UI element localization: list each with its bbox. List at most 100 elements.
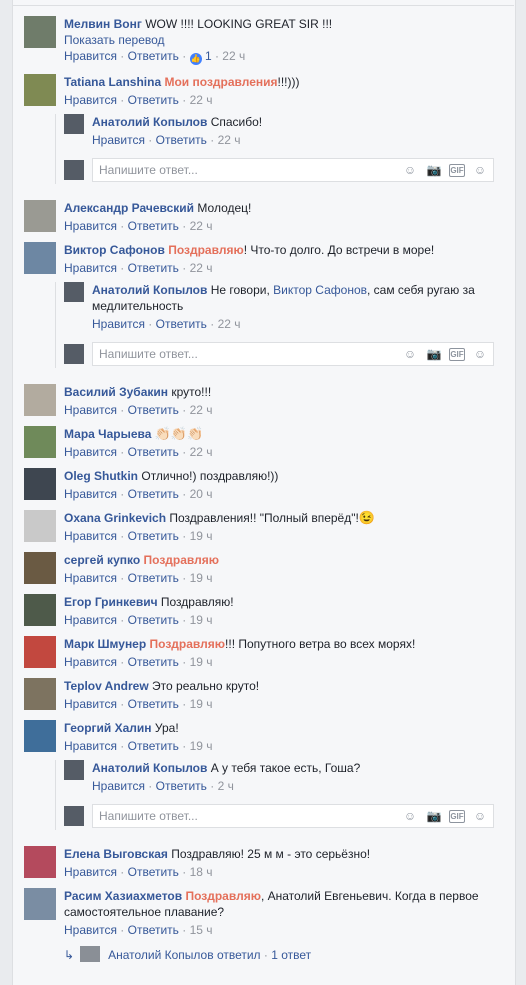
- comment-author[interactable]: Мара Чарыева: [64, 427, 151, 441]
- timestamp[interactable]: 18 ч: [190, 865, 213, 879]
- like-button[interactable]: Нравится: [64, 697, 117, 711]
- like-button[interactable]: Нравится: [92, 779, 145, 793]
- reply-button[interactable]: Ответить: [128, 445, 179, 459]
- reply-input[interactable]: Напишите ответ... ☺ 📷 GIF ☺: [92, 342, 494, 366]
- reply-button[interactable]: Ответить: [156, 133, 207, 147]
- reply-button[interactable]: Ответить: [128, 655, 179, 669]
- timestamp[interactable]: 19 ч: [190, 613, 213, 627]
- camera-icon[interactable]: 📷: [425, 162, 443, 178]
- like-button[interactable]: Нравится: [64, 487, 117, 501]
- emoji-icon[interactable]: ☺: [401, 808, 419, 824]
- reply-author[interactable]: Анатолий Копылов: [92, 761, 207, 775]
- reply-button[interactable]: Ответить: [128, 403, 179, 417]
- avatar[interactable]: [24, 468, 56, 500]
- like-button[interactable]: Нравится: [64, 219, 117, 233]
- like-button[interactable]: Нравится: [64, 529, 117, 543]
- like-button[interactable]: Нравится: [64, 655, 117, 669]
- timestamp[interactable]: 19 ч: [190, 739, 213, 753]
- camera-icon[interactable]: 📷: [425, 808, 443, 824]
- avatar[interactable]: [64, 114, 84, 134]
- reply-button[interactable]: Ответить: [128, 219, 179, 233]
- replies-count[interactable]: 1 ответ: [271, 948, 311, 962]
- like-button[interactable]: Нравится: [64, 49, 117, 63]
- timestamp[interactable]: 19 ч: [190, 655, 213, 669]
- comment-author[interactable]: Виктор Сафонов: [64, 243, 165, 257]
- avatar[interactable]: [24, 846, 56, 878]
- timestamp[interactable]: 22 ч: [190, 93, 213, 107]
- avatar[interactable]: [24, 720, 56, 752]
- comment-author[interactable]: сергей купко: [64, 553, 140, 567]
- timestamp[interactable]: 22 ч: [218, 317, 241, 331]
- reply-button[interactable]: Ответить: [128, 49, 179, 63]
- timestamp[interactable]: 22 ч: [190, 219, 213, 233]
- reply-input[interactable]: Напишите ответ... ☺ 📷 GIF ☺: [92, 158, 494, 182]
- timestamp[interactable]: 19 ч: [190, 571, 213, 585]
- like-button[interactable]: Нравится: [64, 261, 117, 275]
- camera-icon[interactable]: 📷: [425, 346, 443, 362]
- emoji-icon[interactable]: ☺: [401, 346, 419, 362]
- reply-button[interactable]: Ответить: [128, 865, 179, 879]
- sticker-icon[interactable]: ☺: [471, 346, 489, 362]
- like-button[interactable]: Нравится: [64, 93, 117, 107]
- comment-author[interactable]: Teplov Andrew: [64, 679, 149, 693]
- comment-author[interactable]: Расим Хазиахметов: [64, 889, 182, 903]
- timestamp[interactable]: 22 ч: [218, 133, 241, 147]
- timestamp[interactable]: 22 ч: [190, 261, 213, 275]
- avatar[interactable]: [64, 760, 84, 780]
- timestamp[interactable]: 15 ч: [190, 923, 213, 937]
- timestamp[interactable]: 22 ч: [190, 445, 213, 459]
- reply-button[interactable]: Ответить: [156, 779, 207, 793]
- avatar[interactable]: [24, 74, 56, 106]
- sticker-icon[interactable]: ☺: [471, 162, 489, 178]
- avatar[interactable]: [24, 242, 56, 274]
- gif-icon[interactable]: GIF: [449, 810, 465, 823]
- comment-author[interactable]: Егор Гринкевич: [64, 595, 158, 609]
- comment-author[interactable]: Марк Шмунер: [64, 637, 146, 651]
- replies-author[interactable]: Анатолий Копылов: [108, 948, 214, 962]
- avatar[interactable]: [24, 510, 56, 542]
- reply-button[interactable]: Ответить: [128, 923, 179, 937]
- avatar[interactable]: [24, 888, 56, 920]
- avatar[interactable]: [24, 384, 56, 416]
- timestamp[interactable]: 22 ч: [190, 403, 213, 417]
- reply-button[interactable]: Ответить: [128, 697, 179, 711]
- like-button[interactable]: Нравится: [64, 865, 117, 879]
- reply-button[interactable]: Ответить: [156, 317, 207, 331]
- avatar[interactable]: [24, 552, 56, 584]
- gif-icon[interactable]: GIF: [449, 164, 465, 177]
- like-button[interactable]: Нравится: [64, 613, 117, 627]
- comment-author[interactable]: Мелвин Вонг: [64, 17, 142, 31]
- comment-author[interactable]: Oleg Shutkin: [64, 469, 138, 483]
- reply-author[interactable]: Анатолий Копылов: [92, 283, 207, 297]
- comment-author[interactable]: Василий Зубакин: [64, 385, 168, 399]
- like-button[interactable]: Нравится: [92, 133, 145, 147]
- comment-author[interactable]: Tatiana Lanshina: [64, 75, 161, 89]
- show-translation-link[interactable]: Показать перевод: [64, 33, 165, 47]
- timestamp[interactable]: 20 ч: [190, 487, 213, 501]
- reply-author[interactable]: Анатолий Копылов: [92, 115, 207, 129]
- reply-button[interactable]: Ответить: [128, 487, 179, 501]
- avatar[interactable]: [24, 678, 56, 710]
- like-button[interactable]: Нравится: [64, 923, 117, 937]
- like-button[interactable]: Нравится: [64, 445, 117, 459]
- avatar[interactable]: [24, 426, 56, 458]
- timestamp[interactable]: 22 ч: [222, 49, 245, 63]
- reply-button[interactable]: Ответить: [128, 613, 179, 627]
- view-replies-link[interactable]: ↳ Анатолий Копылов ответил · 1 ответ: [64, 946, 311, 963]
- mention-link[interactable]: Виктор Сафонов: [273, 283, 367, 297]
- avatar[interactable]: [24, 636, 56, 668]
- comment-author[interactable]: Елена Выговская: [64, 847, 168, 861]
- like-button[interactable]: Нравится: [64, 571, 117, 585]
- timestamp[interactable]: 19 ч: [190, 529, 213, 543]
- comment-author[interactable]: Георгий Халин: [64, 721, 152, 735]
- sticker-icon[interactable]: ☺: [471, 808, 489, 824]
- reply-button[interactable]: Ответить: [128, 739, 179, 753]
- avatar[interactable]: [64, 282, 84, 302]
- gif-icon[interactable]: GIF: [449, 348, 465, 361]
- timestamp[interactable]: 2 ч: [218, 779, 234, 793]
- comment-author[interactable]: Oxana Grinkevich: [64, 511, 166, 525]
- reply-button[interactable]: Ответить: [128, 529, 179, 543]
- avatar[interactable]: [24, 594, 56, 626]
- reply-input[interactable]: Напишите ответ... ☺ 📷 GIF ☺: [92, 804, 494, 828]
- like-button[interactable]: Нравится: [92, 317, 145, 331]
